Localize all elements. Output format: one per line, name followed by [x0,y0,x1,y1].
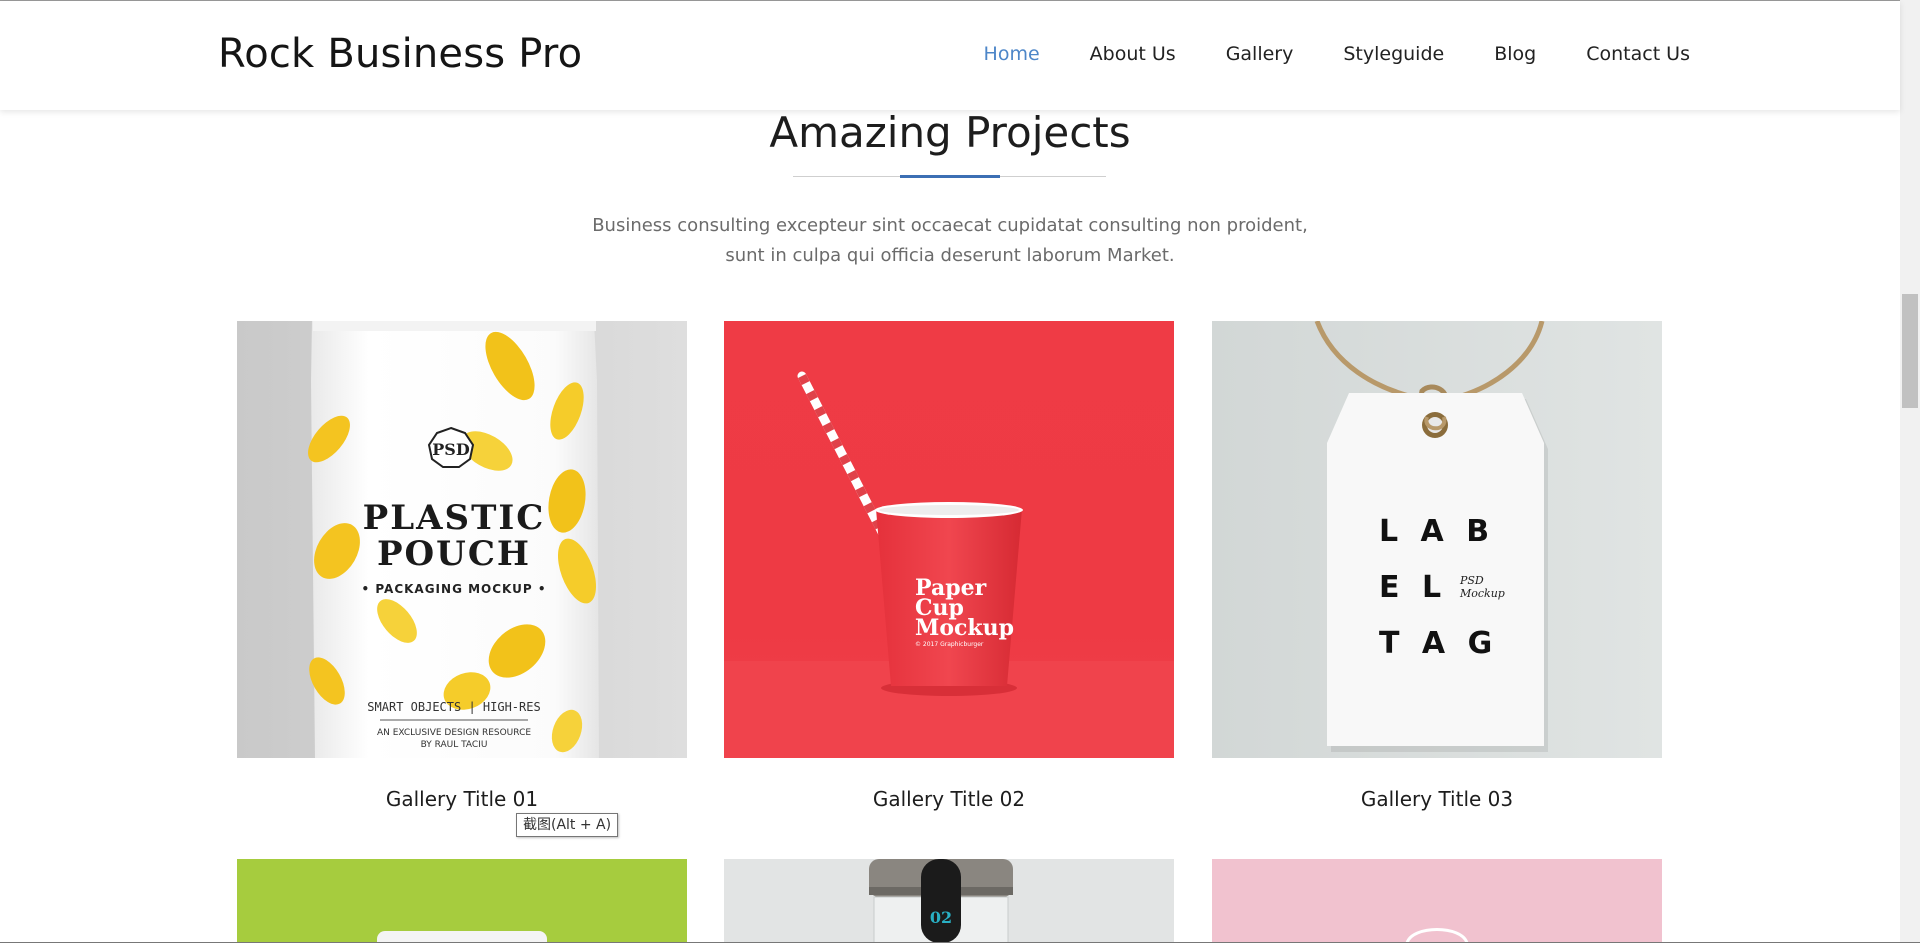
svg-text:Mockup: Mockup [1459,587,1505,600]
title-divider-accent [900,175,1000,178]
svg-text:L A B: L A B [1379,514,1495,549]
main-nav: Home About Us Gallery Styleguide Blog Co… [934,43,1690,65]
page-scrollbar[interactable] [1900,0,1920,943]
svg-text:PLASTIC: PLASTIC [363,498,546,538]
svg-text:T A G: T A G [1379,626,1498,661]
svg-text:BY RAUL TACIU: BY RAUL TACIU [421,740,488,750]
screenshot-tooltip: 截图(Alt + A) [516,813,619,837]
gallery-image-3[interactable]: L A B E L T A G PSD Mockup [1212,321,1662,758]
nav-gallery[interactable]: Gallery [1226,43,1294,65]
svg-text:• PACKAGING MOCKUP •: • PACKAGING MOCKUP • [361,582,546,596]
site-logo[interactable]: Rock Business Pro [218,31,582,77]
scrollbar-thumb[interactable] [1902,294,1918,408]
gallery-image-1[interactable]: PSD PLASTIC POUCH • PACKAGING MOCKUP • S… [237,321,687,758]
nav-home[interactable]: Home [984,43,1040,65]
svg-text:PSD: PSD [1459,574,1484,587]
nav-blog[interactable]: Blog [1494,43,1536,65]
gallery-image-4[interactable] [237,859,687,943]
svg-text:02: 02 [930,908,952,927]
site-header: Rock Business Pro Home About Us Gallery … [0,1,1900,110]
gallery-title-1[interactable]: Gallery Title 01 [237,787,687,811]
svg-text:© 2017 Graphicburger: © 2017 Graphicburger [915,641,984,648]
svg-text:PSD: PSD [432,440,470,459]
section-title: Amazing Projects [769,108,1131,157]
gallery-image-5[interactable]: 02 [724,859,1174,943]
svg-text:AN EXCLUSIVE DESIGN RESOURCE: AN EXCLUSIVE DESIGN RESOURCE [377,728,531,738]
nav-contact-us[interactable]: Contact Us [1586,43,1690,65]
svg-text:Mockup: Mockup [915,615,1014,641]
gallery-image-2[interactable]: Paper Cup Mockup © 2017 Graphicburger [724,321,1174,758]
svg-text:POUCH: POUCH [377,534,531,574]
svg-text:E L: E L [1379,570,1447,605]
nav-styleguide[interactable]: Styleguide [1343,43,1444,65]
svg-text:SMART OBJECTS | HIGH-RES: SMART OBJECTS | HIGH-RES [367,700,540,714]
gallery-title-2[interactable]: Gallery Title 02 [724,787,1174,811]
nav-about-us[interactable]: About Us [1090,43,1176,65]
gallery-image-6[interactable] [1212,859,1662,943]
gallery-title-3[interactable]: Gallery Title 03 [1212,787,1662,811]
section-intro: Business consulting excepteur sint occae… [592,215,1308,266]
